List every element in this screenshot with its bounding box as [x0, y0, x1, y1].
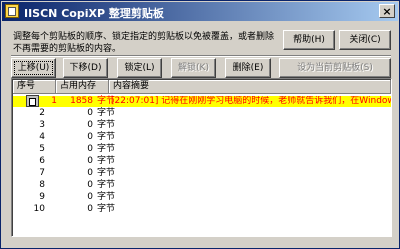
row-memory: 0 [87, 108, 93, 118]
row-index: 10 [33, 204, 45, 214]
row-memory: 0 [87, 180, 93, 190]
row-index: 4 [39, 132, 45, 142]
move-down-button[interactable]: 下移(D) [63, 58, 108, 78]
row-index: 7 [39, 168, 45, 178]
table-row[interactable]: 5 0 字节 [13, 144, 391, 155]
table-row[interactable]: 3 0 字节 [13, 120, 391, 131]
close-button[interactable]: 关闭(C) [339, 30, 391, 50]
column-header-summary[interactable]: 内容摘要 [109, 80, 391, 94]
column-header-memory[interactable]: 占用内存 [56, 80, 109, 94]
clipboard-list[interactable]: 序号 占用内存 内容摘要 1 1858 字节 [22:07:01] 记得在刚刚学习电脑… [11, 78, 392, 237]
help-button[interactable]: 帮助(H) [283, 30, 335, 50]
lock-button[interactable]: 锁定(L) [117, 58, 162, 78]
clipboard-app-icon [5, 4, 19, 18]
table-row[interactable]: 7 0 字节 [13, 168, 391, 179]
table-row[interactable]: 6 0 字节 [13, 156, 391, 167]
row-memory: 0 [87, 168, 93, 178]
table-row[interactable]: 9 0 字节 [13, 192, 391, 203]
table-row[interactable]: 1 1858 字节 [22:07:01] 记得在刚刚学习电脑的时候，老师就告诉我们，在… [13, 95, 391, 107]
clipboard-item-icon [26, 95, 39, 107]
row-index: 2 [39, 108, 45, 118]
row-memory: 0 [87, 204, 93, 214]
row-unit: 字节 [97, 192, 116, 202]
table-row[interactable]: 8 0 字节 [13, 180, 391, 191]
row-memory: 0 [87, 156, 93, 166]
description-text: 调整每个剪贴板的顺序、锁定指定的剪贴板以免被覆盖，或者删除不再需要的剪贴板的内容… [13, 32, 275, 54]
table-row[interactable]: 2 0 字节 [13, 108, 391, 119]
row-unit: 字节 [97, 108, 116, 118]
row-index: 8 [39, 180, 45, 190]
window-title: IISCN CopiXP 整理剪贴板 [24, 7, 164, 20]
row-unit: 字节 [97, 144, 116, 154]
unlock-button[interactable]: 解锁(K) [171, 58, 216, 78]
row-memory: 0 [87, 120, 93, 130]
row-unit: 字节 [97, 180, 116, 190]
separator [11, 55, 391, 57]
close-window-icon[interactable]: × [379, 4, 395, 18]
row-index: 3 [39, 120, 45, 130]
table-row[interactable]: 10 0 字节 [13, 204, 391, 215]
table-row[interactable]: 4 0 字节 [13, 132, 391, 143]
row-index: 9 [39, 192, 45, 202]
delete-button[interactable]: 删除(E) [225, 58, 271, 78]
row-memory: 1858 [70, 96, 93, 106]
row-summary: [22:07:01] 记得在刚刚学习电脑的时候，老师就告诉我们，在Windows… [111, 96, 391, 106]
row-unit: 字节 [97, 156, 116, 166]
title-bar[interactable]: IISCN CopiXP 整理剪贴板 × [2, 2, 398, 21]
row-unit: 字节 [97, 132, 116, 142]
row-memory: 0 [87, 132, 93, 142]
set-current-clipboard-button[interactable]: 设为当前剪贴板(S) [279, 58, 391, 78]
move-up-button[interactable]: 上移(U) [11, 58, 56, 78]
list-header: 序号 占用内存 内容摘要 [13, 80, 391, 94]
column-header-index[interactable]: 序号 [13, 80, 56, 94]
row-memory: 0 [87, 144, 93, 154]
clipboard-manager-window: IISCN CopiXP 整理剪贴板 × 调整每个剪贴板的顺序、锁定指定的剪贴板… [0, 0, 400, 249]
row-index: 1 [51, 96, 57, 106]
row-index: 5 [39, 144, 45, 154]
row-unit: 字节 [97, 204, 116, 214]
row-index: 6 [39, 156, 45, 166]
row-unit: 字节 [97, 120, 116, 130]
row-unit: 字节 [97, 168, 116, 178]
row-memory: 0 [87, 192, 93, 202]
